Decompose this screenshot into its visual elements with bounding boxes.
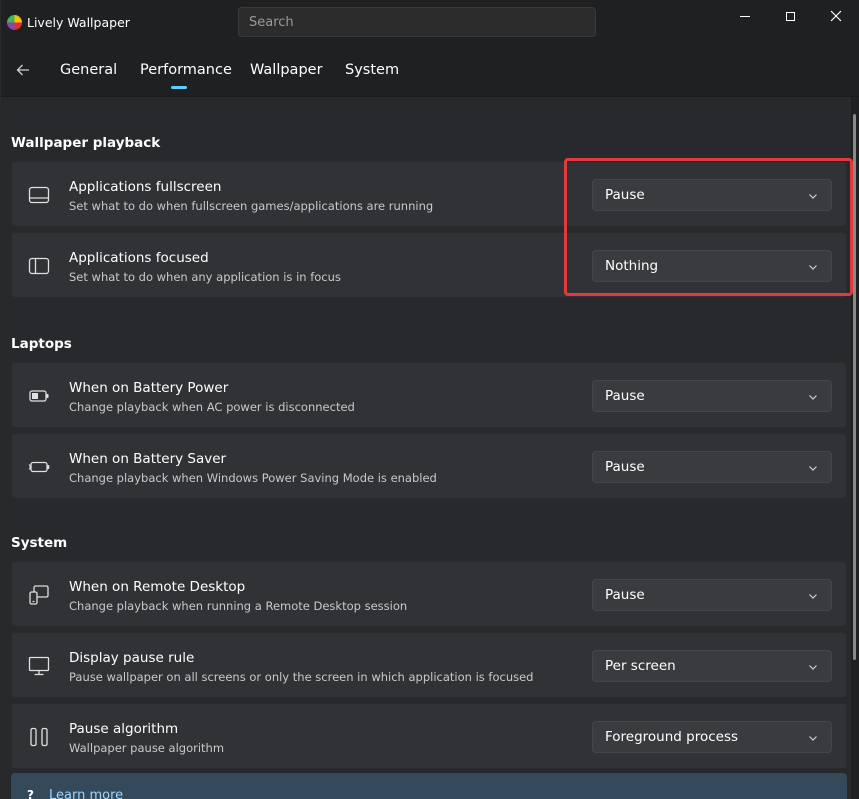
setting-description: Set what to do when any application is i… (69, 270, 341, 284)
setting-description: Wallpaper pause algorithm (69, 741, 225, 755)
setting-description: Pause wallpaper on all screens or only t… (69, 670, 534, 684)
setting-title: When on Remote Desktop (69, 579, 246, 595)
applications-focused-dropdown[interactable]: Nothing (592, 250, 832, 282)
battery-saver-dropdown[interactable]: Pause (592, 451, 832, 483)
chevron-down-icon (809, 466, 817, 471)
section-title-laptops: Laptops (11, 336, 72, 352)
chevron-down-icon (809, 736, 817, 741)
top-navigation: General Performance Wallpaper System (1, 46, 859, 97)
help-banner: ? Learn more (11, 773, 847, 799)
section-title-wallpaper-playback: Wallpaper playback (11, 135, 161, 151)
tab-system[interactable]: System (345, 62, 399, 78)
tab-performance[interactable]: Performance (140, 62, 232, 78)
back-button[interactable] (11, 58, 35, 82)
setting-applications-fullscreen: Applications fullscreen Set what to do w… (11, 161, 847, 227)
maximize-icon (785, 11, 795, 21)
setting-description: Change playback when AC power is disconn… (69, 400, 355, 414)
dropdown-value: Pause (605, 587, 645, 603)
setting-title: When on Battery Saver (69, 451, 227, 467)
chevron-down-icon (809, 395, 817, 400)
monitor-icon (26, 654, 52, 678)
learn-more-link[interactable]: Learn more (49, 788, 123, 799)
section-title-system: System (11, 535, 68, 551)
fullscreen-window-icon (26, 183, 52, 207)
back-arrow-icon (16, 64, 29, 76)
setting-title: When on Battery Power (69, 380, 229, 396)
minimize-icon (740, 15, 750, 17)
chevron-down-icon (809, 665, 817, 670)
chevron-down-icon (809, 594, 817, 599)
remote-desktop-dropdown[interactable]: Pause (592, 579, 832, 611)
setting-title: Applications focused (69, 250, 209, 266)
setting-title: Display pause rule (69, 650, 195, 666)
dropdown-value: Pause (605, 388, 645, 404)
dropdown-value: Nothing (605, 258, 659, 274)
dropdown-value: Pause (605, 187, 645, 203)
setting-pause-algorithm: Pause algorithm Wallpaper pause algorith… (11, 703, 847, 769)
setting-title: Applications fullscreen (69, 179, 222, 195)
selected-tab-indicator (171, 86, 187, 89)
chevron-down-icon (809, 265, 817, 270)
applications-fullscreen-dropdown[interactable]: Pause (592, 179, 832, 211)
setting-remote-desktop: When on Remote Desktop Change playback w… (11, 561, 847, 627)
focused-window-icon (26, 254, 52, 278)
scrollbar-thumb[interactable] (853, 114, 856, 660)
dropdown-value: Foreground process (605, 729, 739, 745)
setting-description: Set what to do when fullscreen games/app… (69, 199, 434, 213)
dropdown-value: Pause (605, 459, 645, 475)
help-icon: ? (27, 788, 34, 799)
remote-desktop-icon (26, 583, 52, 607)
setting-battery-power: When on Battery Power Change playback wh… (11, 362, 847, 428)
app-window: Lively Wallpaper General Performance Wal… (0, 0, 859, 799)
minimize-button[interactable] (722, 0, 768, 32)
battery-icon (26, 384, 52, 408)
pause-icon (26, 725, 52, 749)
title-bar: Lively Wallpaper (1, 0, 859, 46)
chevron-down-icon (809, 194, 817, 199)
battery-power-dropdown[interactable]: Pause (592, 380, 832, 412)
battery-saver-icon (26, 455, 52, 479)
setting-display-pause-rule: Display pause rule Pause wallpaper on al… (11, 632, 847, 698)
pause-algorithm-dropdown[interactable]: Foreground process (592, 721, 832, 753)
search-input[interactable] (238, 7, 596, 37)
close-button[interactable] (813, 0, 859, 32)
tab-general[interactable]: General (60, 62, 117, 78)
setting-title: Pause algorithm (69, 721, 179, 737)
tab-wallpaper[interactable]: Wallpaper (250, 62, 323, 78)
app-logo-icon (7, 15, 22, 30)
app-title: Lively Wallpaper (27, 15, 130, 30)
display-pause-rule-dropdown[interactable]: Per screen (592, 650, 832, 682)
maximize-button[interactable] (767, 0, 813, 32)
settings-content: Wallpaper playback Applications fullscre… (1, 97, 851, 799)
setting-description: Change playback when Windows Power Savin… (69, 471, 437, 485)
close-icon (830, 10, 842, 22)
setting-description: Change playback when running a Remote De… (69, 599, 408, 613)
setting-battery-saver: When on Battery Saver Change playback wh… (11, 433, 847, 499)
dropdown-value: Per screen (605, 658, 676, 674)
setting-applications-focused: Applications focused Set what to do when… (11, 232, 847, 298)
